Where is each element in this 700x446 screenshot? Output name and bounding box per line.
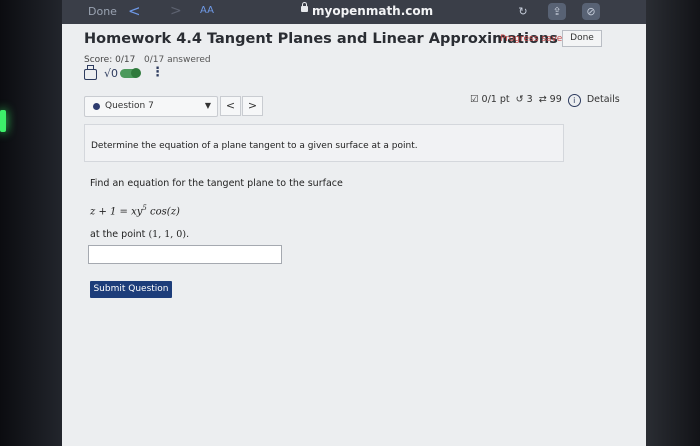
question-meta: ☑ 0/1 pt ↺ 3 ⇄ 99 i Details [470, 94, 623, 107]
address-bar[interactable]: myopenmath.com [312, 4, 433, 18]
point-coordinates: (1, 1, 0) [148, 229, 187, 240]
points-text: 0/1 pt [481, 94, 510, 105]
browser-done-button[interactable]: Done [88, 5, 117, 18]
question-prompt: Find an equation for the tangent plane t… [90, 178, 343, 189]
attempts-icon: ⇄ [538, 94, 547, 105]
progress-status: Progress saved [500, 34, 569, 44]
forward-icon[interactable]: > [170, 3, 182, 19]
question-instruction: Determine the equation of a plane tangen… [91, 141, 418, 151]
done-button[interactable]: Done [562, 30, 602, 47]
next-question-button[interactable]: > [242, 96, 263, 116]
compass-icon[interactable]: ⊘ [582, 3, 600, 20]
question-instruction-box: Determine the equation of a plane tangen… [84, 124, 564, 162]
retries-count: 3 [526, 94, 533, 105]
browser-toolbar: Done < > AA myopenmath.com ↻ ⇪ ⊘ [62, 0, 646, 24]
point-statement: at the point (1, 1, 0). [90, 229, 189, 240]
indicator-light [0, 110, 6, 132]
details-link[interactable]: Details [587, 94, 620, 105]
page-title: Homework 4.4 Tangent Planes and Linear A… [84, 31, 558, 47]
answered-count: 0/17 answered [144, 55, 211, 65]
text-size-button[interactable]: AA [200, 5, 214, 16]
answer-input[interactable] [88, 245, 282, 264]
score-text: Score: 0/17 [84, 55, 136, 65]
question-status-dot [93, 103, 100, 110]
back-icon[interactable]: < [128, 2, 141, 20]
retry-icon: ↺ [515, 94, 524, 105]
checkbox-icon: ☑ [470, 94, 479, 105]
surface-equation: z + 1 = xy5 cos(z) [90, 204, 180, 217]
question-select-label: Question 7 [105, 101, 154, 111]
share-icon[interactable]: ⇪ [548, 3, 566, 20]
math-entry-toggle[interactable] [120, 68, 141, 78]
dropdown-arrow-icon: ▼ [204, 101, 211, 110]
submit-question-button[interactable]: Submit Question [90, 281, 172, 298]
attempts-count: 99 [549, 94, 562, 105]
info-icon[interactable]: i [567, 94, 581, 107]
device-bezel-left [0, 0, 62, 446]
browser-screen: Done < > AA myopenmath.com ↻ ⇪ ⊘ Homewor… [62, 0, 646, 446]
prev-question-button[interactable]: < [220, 96, 241, 116]
point-label: at the point [90, 229, 149, 240]
equation-rhs: cos(z) [146, 206, 180, 218]
equation-lhs: z + 1 = xy [90, 206, 143, 218]
print-icon[interactable] [84, 65, 97, 80]
reload-icon[interactable]: ↻ [514, 3, 532, 20]
more-options-icon[interactable]: ⋮ [151, 65, 164, 80]
math-entry-icon[interactable]: √0 [104, 67, 118, 80]
lock-icon [301, 2, 308, 12]
question-select[interactable]: Question 7 ▼ [84, 96, 218, 117]
device-bezel-right [646, 0, 700, 446]
point-suffix: . [186, 229, 190, 240]
